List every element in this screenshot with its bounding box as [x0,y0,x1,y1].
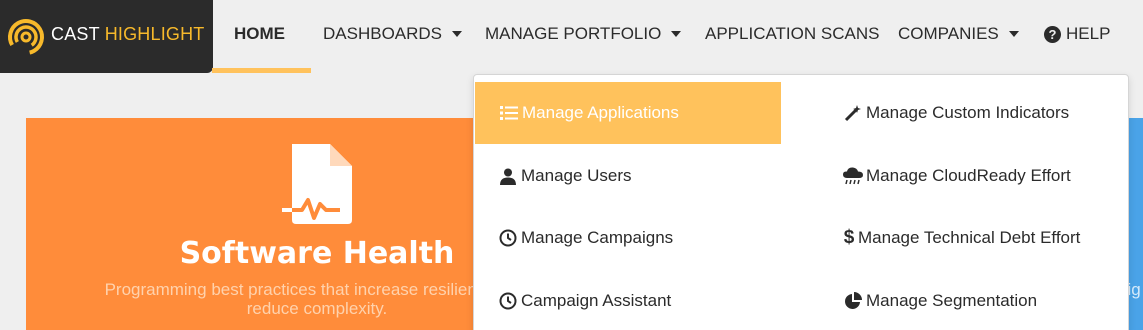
menu-item-manage-technical-debt-effort[interactable]: $ Manage Technical Debt Effort [843,207,1081,269]
user-icon [498,166,518,186]
brand-name: CAST HIGHLIGHT [51,24,205,44]
menu-item-manage-applications[interactable]: Manage Applications [475,82,781,144]
nav-help[interactable]: ? HELP [1044,24,1110,44]
brand-logo[interactable]: CAST HIGHLIGHT [0,0,213,73]
manage-portfolio-dropdown: Manage Applications Manage Users Manage … [473,74,1129,330]
caret-down-icon [452,31,463,37]
tasks-icon [499,103,519,123]
question-circle-icon: ? [1044,25,1061,43]
active-nav-underline [212,68,311,73]
menu-item-manage-segmentation[interactable]: Manage Segmentation [843,270,1037,330]
top-navbar: CAST HIGHLIGHT HOME DASHBOARDS MANAGE PO… [0,0,1143,73]
cloud-rain-icon [843,166,863,186]
file-health-icon [282,144,352,224]
clock-icon [498,228,518,248]
nav-manage-portfolio[interactable]: MANAGE PORTFOLIO [485,24,682,44]
dollar-icon: $ [843,227,855,248]
clock-icon [498,291,518,311]
caret-down-icon [671,31,682,37]
nav-companies[interactable]: COMPANIES [898,24,1019,44]
pie-chart-icon [843,291,863,311]
nav-application-scans[interactable]: APPLICATION SCANS [705,24,879,44]
menu-item-manage-users[interactable]: Manage Users [498,145,632,207]
nav-dashboards[interactable]: DASHBOARDS [323,24,463,44]
menu-item-manage-campaigns[interactable]: Manage Campaigns [498,207,673,269]
caret-down-icon [1008,31,1019,37]
magic-wand-icon [843,103,863,123]
nav-home[interactable]: HOME [234,24,285,44]
cast-logo-icon [8,19,44,55]
menu-item-manage-cloudready-effort[interactable]: Manage CloudReady Effort [843,145,1071,207]
menu-item-campaign-assistant[interactable]: Campaign Assistant [498,270,671,330]
menu-item-manage-custom-indicators[interactable]: Manage Custom Indicators [843,82,1069,144]
